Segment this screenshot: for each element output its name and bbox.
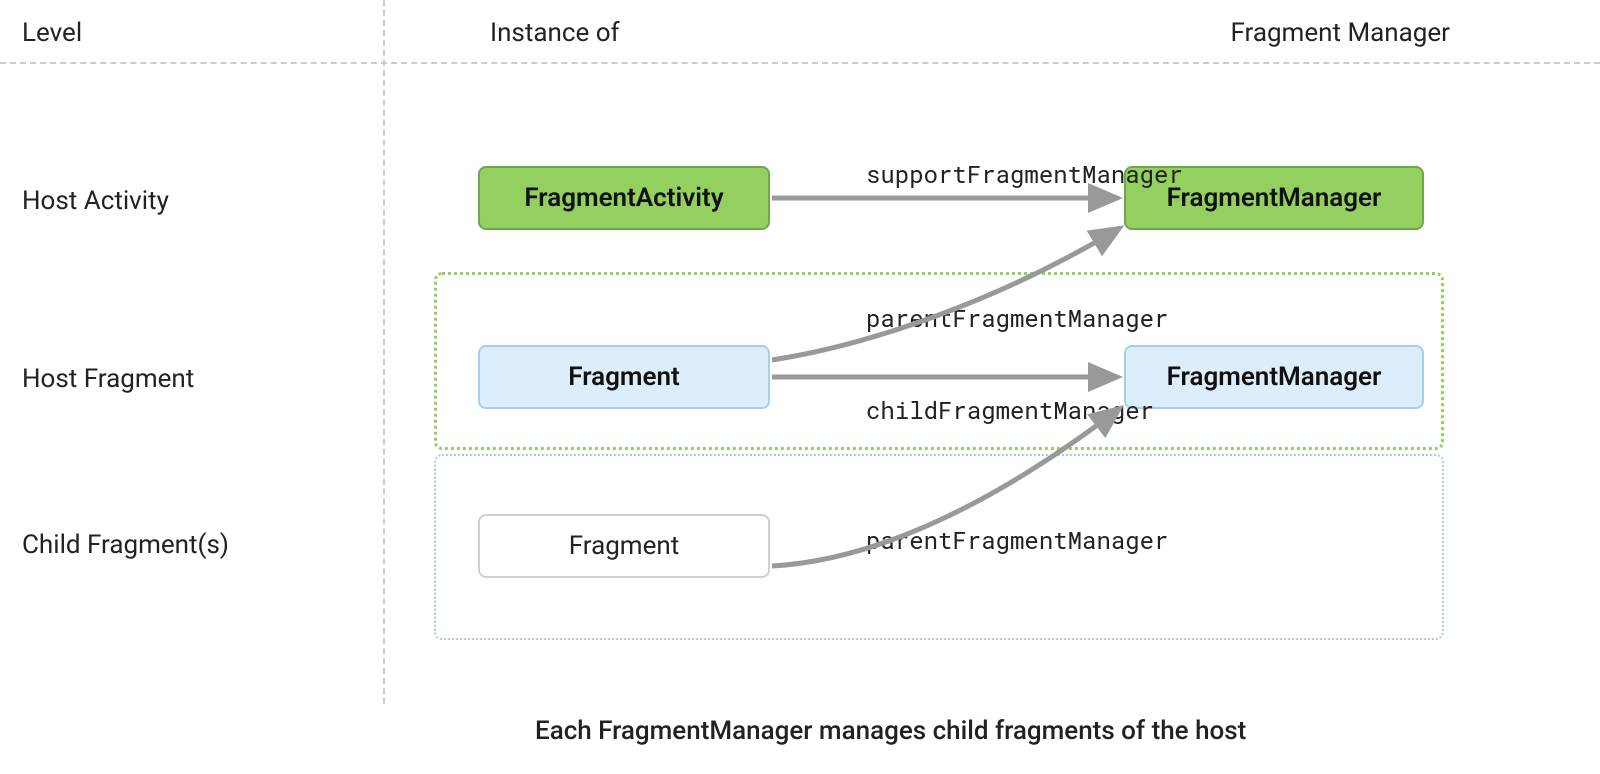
level-child-fragments: Child Fragment(s) [22,530,229,560]
fragment-manager-top-label: FragmentManager [1167,183,1382,213]
edge-support-fm-label: supportFragmentManager [866,158,1183,190]
fragment-activity-label: FragmentActivity [524,183,723,213]
fragment-manager-mid-label: FragmentManager [1167,362,1382,392]
fragment-activity-box: FragmentActivity [478,166,770,230]
footnote-text: Each FragmentManager manages child fragm… [535,716,1246,746]
header-instance-of: Instance of [490,18,620,48]
fragment-child-label: Fragment [569,531,680,561]
edge-parent-fm-2-label: parentFragmentManager [866,524,1168,556]
column-headers: Level Instance of Fragment Manager [0,18,1600,58]
level-host-activity: Host Activity [22,186,169,216]
horizontal-divider [0,62,1600,64]
fragment-mid-label: Fragment [568,362,679,392]
header-fragment-manager: Fragment Manager [1230,18,1450,48]
level-host-fragment: Host Fragment [22,364,194,394]
fragment-manager-mid-box: FragmentManager [1124,345,1424,409]
edge-child-fm-label: childFragmentManager [866,394,1154,426]
fragment-child-box: Fragment [478,514,770,578]
fragment-mid-box: Fragment [478,345,770,409]
header-level: Level [22,18,82,48]
vertical-divider [383,0,385,704]
edge-parent-fm-1-label: parentFragmentManager [866,302,1168,334]
